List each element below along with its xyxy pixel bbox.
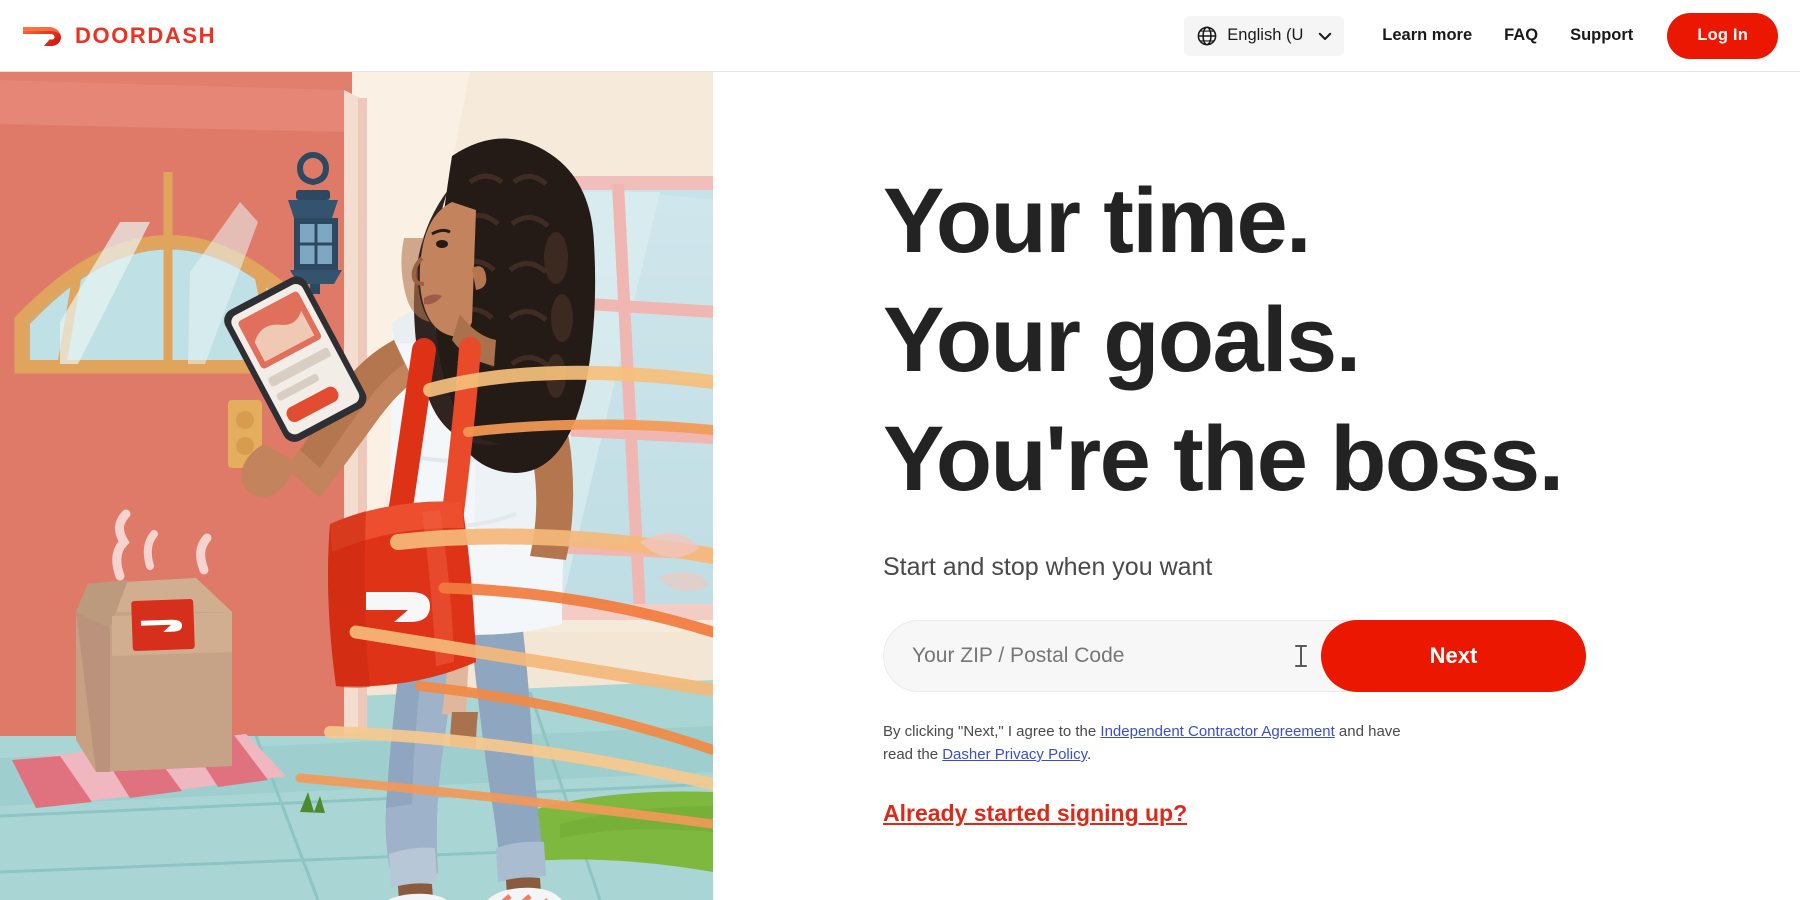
- chevron-down-icon[interactable]: [1316, 26, 1335, 45]
- signup-panel: Your time. Your goals. You're the boss. …: [713, 72, 1800, 900]
- next-button[interactable]: Next: [1321, 620, 1586, 692]
- headline-line-3: You're the boss.: [883, 408, 1564, 510]
- nav-link-learn-more[interactable]: Learn more: [1366, 26, 1488, 45]
- hero-illustration: [0, 72, 713, 900]
- dasher-privacy-policy-link[interactable]: Dasher Privacy Policy: [942, 746, 1087, 763]
- dasher-delivering-order-illustration: [0, 72, 713, 900]
- legal-prefix: By clicking "Next," I agree to the: [883, 723, 1101, 740]
- already-started-signing-up-link[interactable]: Already started signing up?: [883, 800, 1187, 827]
- language-selector[interactable]: English (U: [1184, 15, 1345, 56]
- subheadline: Start and stop when you want: [883, 553, 1213, 581]
- zip-signup-form: Next: [883, 620, 1586, 692]
- legal-disclaimer: By clicking "Next," I agree to the Indep…: [883, 720, 1428, 766]
- header-nav: English (U Learn more FAQ Support Log In: [1184, 12, 1778, 59]
- headline-line-1: Your time.: [883, 170, 1312, 272]
- login-button[interactable]: Log In: [1667, 12, 1778, 59]
- brand-logo[interactable]: DOORDASH: [22, 23, 216, 49]
- page-title: Your time. Your goals. You're the boss.: [883, 162, 1800, 519]
- headline-line-2: Your goals.: [883, 289, 1361, 391]
- site-header: DOORDASH English (U Learn more FAQ Suppo…: [0, 0, 1800, 72]
- doordash-chevron-logo-icon: [23, 26, 61, 46]
- legal-suffix: .: [1086, 746, 1092, 763]
- nav-link-faq[interactable]: FAQ: [1488, 26, 1554, 45]
- brand-wordmark: DOORDASH: [75, 22, 217, 48]
- globe-icon: [1197, 26, 1217, 45]
- nav-link-support[interactable]: Support: [1554, 26, 1649, 45]
- independent-contractor-agreement-link[interactable]: Independent Contractor Agreement: [1100, 723, 1334, 740]
